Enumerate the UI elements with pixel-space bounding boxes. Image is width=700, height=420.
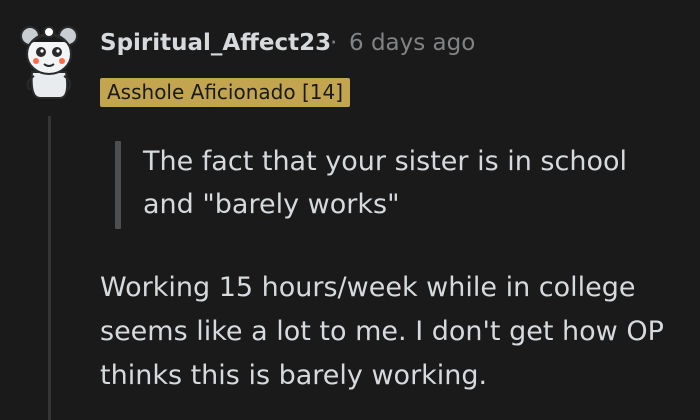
comment-timestamp[interactable]: 6 days ago — [349, 30, 475, 56]
blockquote-text: The fact that your sister is in school a… — [143, 146, 627, 220]
blockquote-bar — [115, 141, 121, 229]
meta-separator: · — [330, 30, 338, 56]
thread-collapse-line[interactable] — [48, 116, 51, 420]
comment-username[interactable]: Spiritual_Affect23 — [100, 30, 331, 56]
user-avatar-icon[interactable] — [18, 14, 80, 100]
comment-body-text: Working 15 hours/week while in college s… — [100, 272, 664, 391]
user-flair-badge: Asshole Aficionado [14] — [100, 78, 350, 107]
